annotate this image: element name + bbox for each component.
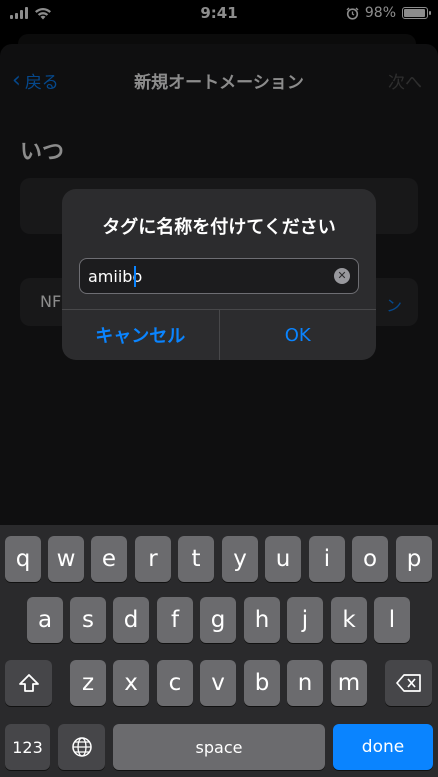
key-z[interactable]: z (70, 660, 106, 706)
key-u[interactable]: u (265, 536, 301, 582)
key-n[interactable]: n (287, 660, 323, 706)
alert-title: タグに名称を付けてください (102, 217, 336, 238)
ok-button[interactable]: OK (220, 310, 377, 360)
key-y[interactable]: y (222, 536, 258, 582)
key-w[interactable]: w (48, 536, 84, 582)
key-h[interactable]: h (244, 597, 280, 643)
key-a[interactable]: a (27, 597, 63, 643)
key-i[interactable]: i (309, 536, 345, 582)
key-b[interactable]: b (244, 660, 280, 706)
clear-text-icon[interactable]: ✕ (334, 268, 350, 284)
key-m[interactable]: m (331, 660, 367, 706)
key-r[interactable]: r (135, 536, 171, 582)
key-k[interactable]: k (331, 597, 367, 643)
key-g[interactable]: g (200, 597, 236, 643)
numbers-key[interactable]: 123 (5, 724, 50, 770)
key-c[interactable]: c (157, 660, 193, 706)
key-o[interactable]: o (352, 536, 388, 582)
key-e[interactable]: e (91, 536, 127, 582)
key-j[interactable]: j (287, 597, 323, 643)
shift-key[interactable] (5, 660, 52, 706)
text-cursor (134, 266, 136, 287)
key-x[interactable]: x (113, 660, 149, 706)
key-p[interactable]: p (396, 536, 432, 582)
backspace-icon (395, 674, 421, 692)
space-key[interactable]: space (113, 724, 325, 770)
key-v[interactable]: v (200, 660, 236, 706)
key-l[interactable]: l (374, 597, 410, 643)
key-s[interactable]: s (70, 597, 106, 643)
tag-name-field[interactable]: ✕ (79, 258, 359, 294)
keyboard: q w e r t y u i o p a s d f g h j k l z … (0, 525, 438, 777)
delete-key[interactable] (385, 660, 432, 706)
done-key[interactable]: done (333, 724, 433, 770)
key-f[interactable]: f (157, 597, 193, 643)
name-tag-alert: タグに名称を付けてください ✕ キャンセル OK (62, 189, 376, 360)
key-q[interactable]: q (5, 536, 41, 582)
key-d[interactable]: d (113, 597, 149, 643)
shift-icon (18, 674, 39, 692)
tag-name-input[interactable] (80, 259, 310, 293)
globe-key[interactable] (58, 724, 105, 770)
globe-icon (71, 737, 92, 757)
cancel-button[interactable]: キャンセル (62, 310, 220, 360)
key-t[interactable]: t (178, 536, 214, 582)
